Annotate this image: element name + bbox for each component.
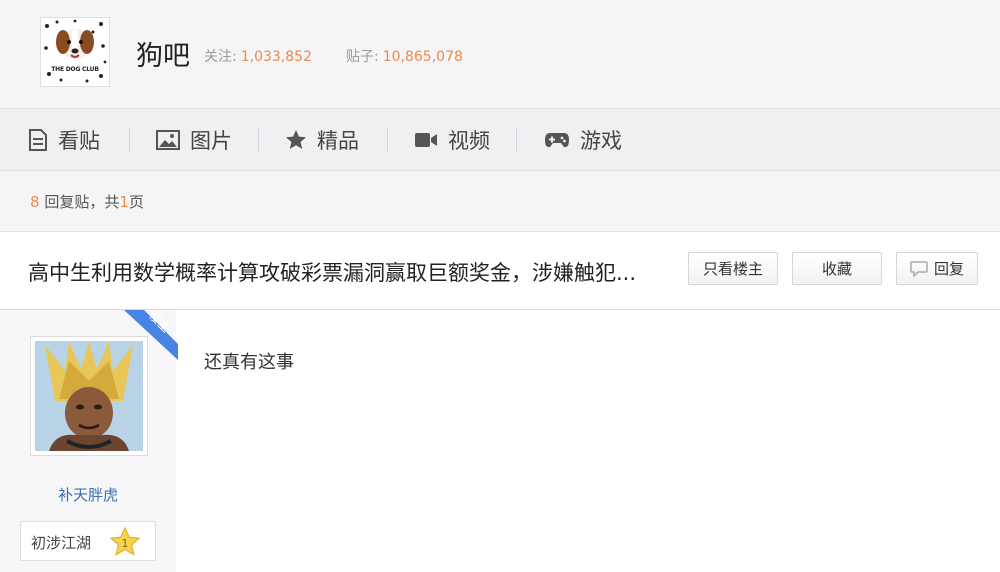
nav-divider	[516, 128, 517, 152]
avatar-image	[35, 341, 143, 451]
thread-title: 高中生利用数学概率计算攻破彩票漏洞赢取巨额奖金，涉嫌触犯...	[28, 261, 637, 285]
avatar[interactable]	[30, 336, 148, 456]
tab-posts[interactable]: 看贴	[28, 109, 100, 170]
only-op-button[interactable]: 只看楼主	[688, 252, 778, 285]
follow-count: 1,033,852	[240, 49, 312, 65]
nav-divider	[387, 128, 388, 152]
nav-divider	[129, 128, 130, 152]
tab-games-label: 游戏	[580, 128, 622, 153]
tab-featured[interactable]: 精品	[285, 109, 359, 170]
post-content: 还真有这事	[204, 352, 294, 373]
dog-logo-image	[41, 18, 109, 86]
video-icon	[415, 132, 437, 147]
level-number: 1	[122, 537, 129, 550]
posts-stat: 贴子: 10,865,078	[346, 46, 463, 66]
reply-count: 8	[30, 193, 40, 211]
star-icon	[286, 129, 306, 149]
reply-suffix: 回复贴，共	[44, 193, 120, 211]
tab-video-label: 视频	[448, 128, 490, 153]
page-count: 1	[119, 193, 129, 211]
tab-images-label: 图片	[190, 128, 232, 153]
follow-stat: 关注: 1,033,852	[204, 46, 312, 66]
image-icon	[156, 129, 180, 150]
posts-label: 贴子:	[346, 49, 379, 65]
level-title: 初涉江湖	[31, 534, 92, 552]
gamepad-icon	[545, 132, 569, 147]
tab-posts-label: 看贴	[58, 128, 100, 153]
author-name[interactable]: 补天胖虎	[0, 484, 176, 505]
user-level-badge[interactable]: 初涉江湖 1	[20, 521, 156, 561]
forum-name[interactable]: 狗吧	[136, 34, 190, 73]
level-star-icon: 1	[109, 526, 141, 556]
page-suffix: 页	[128, 193, 144, 211]
favorite-button[interactable]: 收藏	[792, 252, 882, 285]
forum-nav: 看贴 图片 精品 视频 游戏	[0, 109, 1000, 171]
thread-info-bar: 8 回复贴，共1页	[0, 171, 1000, 232]
posts-count: 10,865,078	[382, 49, 463, 65]
tab-images[interactable]: 图片	[156, 109, 232, 170]
document-icon	[29, 128, 47, 151]
tab-games[interactable]: 游戏	[544, 109, 622, 170]
tab-featured-label: 精品	[317, 128, 359, 153]
tab-video[interactable]: 视频	[414, 109, 490, 170]
reply-count-text: 8 回复贴，共1页	[30, 191, 144, 212]
nav-divider	[258, 128, 259, 152]
follow-label: 关注:	[204, 49, 237, 65]
forum-logo[interactable]: THE DOG CLUB	[40, 17, 110, 87]
logo-caption: THE DOG CLUB	[51, 66, 99, 73]
reply-button[interactable]: 回复	[896, 252, 978, 285]
reply-button-label: 回复	[933, 260, 964, 278]
comment-icon	[910, 260, 928, 277]
forum-header: THE DOG CLUB 狗吧 关注: 1,033,852 贴子: 10,865,0…	[0, 0, 1000, 109]
thread-title-row: 高中生利用数学概率计算攻破彩票漏洞赢取巨额奖金，涉嫌触犯... 只看楼主 收藏 …	[0, 232, 1000, 310]
